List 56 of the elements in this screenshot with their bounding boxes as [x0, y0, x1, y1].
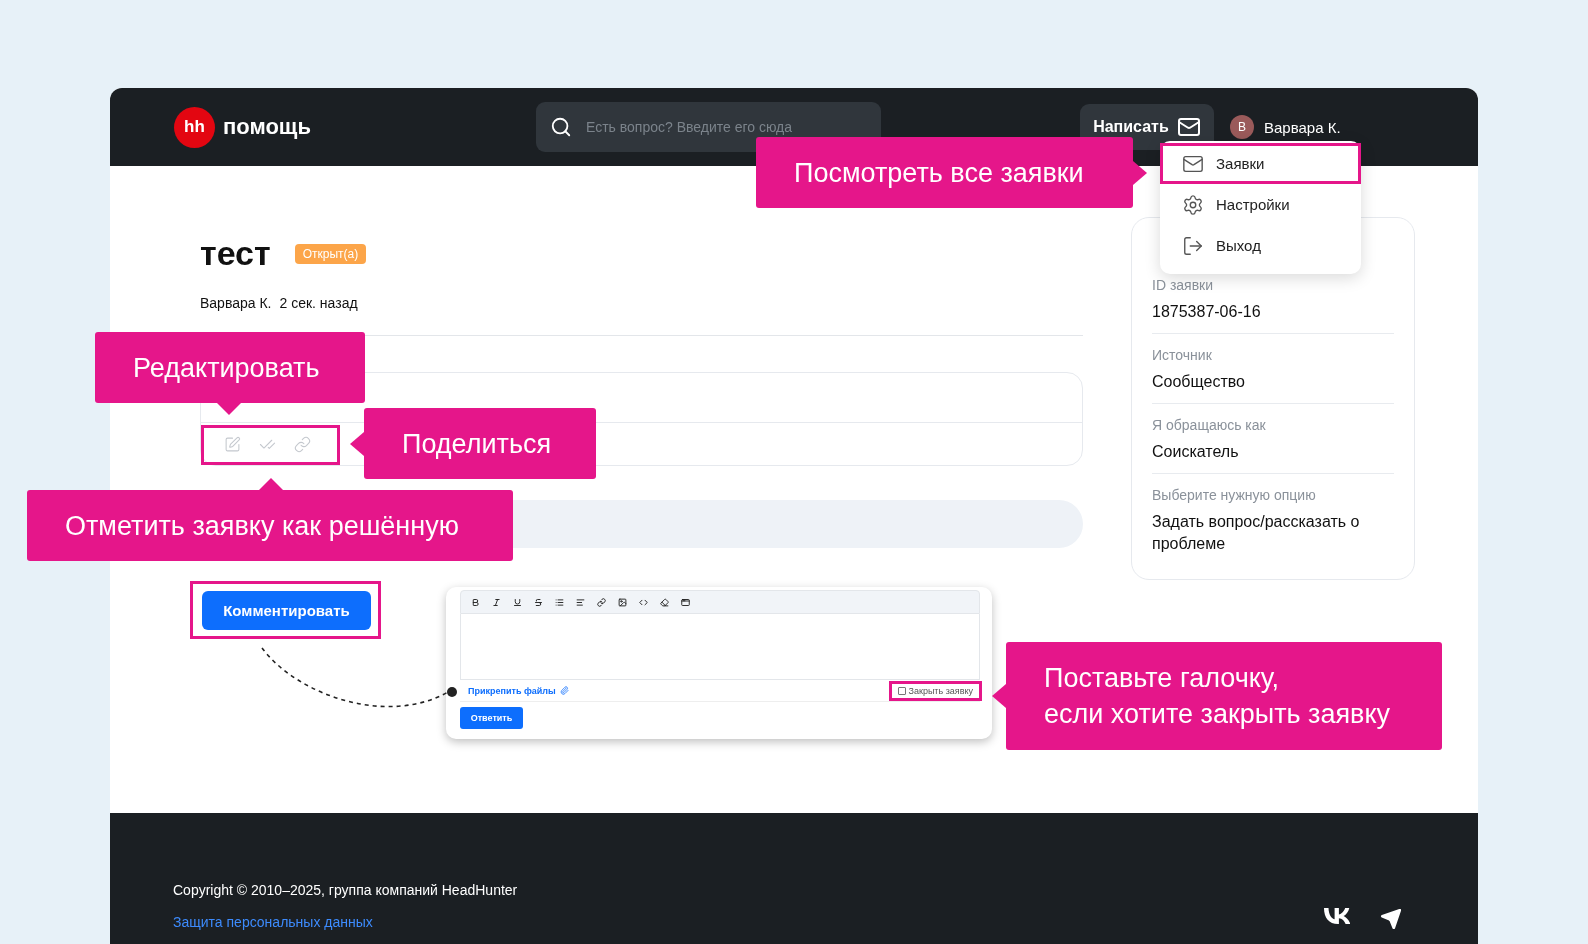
eraser-icon[interactable] — [660, 597, 669, 607]
callout-tooltip: Поделиться — [364, 408, 596, 479]
field-value: 1875387-06-16 — [1152, 302, 1262, 322]
vk-icon[interactable] — [1324, 908, 1350, 924]
logo-text[interactable]: помощь — [223, 114, 311, 140]
privacy-link[interactable]: Защита персональных данных — [173, 914, 518, 930]
code-icon[interactable] — [639, 597, 648, 607]
post-time: 2 сек. назад — [279, 295, 358, 311]
status-badge: Открыт(а) — [294, 243, 367, 264]
callout-pointer — [350, 431, 364, 456]
copyright-text: Copyright © 2010–2025, группа компаний HeadHunter — [173, 882, 518, 898]
callout-pointer — [217, 403, 241, 415]
field-label: Выберите нужную опцию — [1152, 487, 1317, 503]
close-ticket-checkbox[interactable]: Закрыть заявку — [888, 680, 982, 701]
align-icon[interactable] — [576, 597, 585, 607]
callout-pointer — [259, 478, 283, 490]
field-label: Я обращаюсь как — [1152, 417, 1267, 433]
ticket-title: тест — [200, 234, 271, 273]
user-avatar[interactable]: В — [1229, 115, 1254, 139]
callout-tooltip: Поставьте галочку, если хотите закрыть заявку — [1006, 642, 1442, 750]
callout-tooltip: Отметить заявку как решённую — [27, 490, 513, 561]
search-field[interactable]: Есть вопрос? Введите его сюда — [583, 118, 867, 136]
logout-icon — [1182, 234, 1204, 257]
menu-item[interactable]: Выход — [1160, 225, 1361, 266]
embed-icon[interactable] — [681, 597, 690, 607]
settings-icon — [1182, 193, 1204, 216]
field-value: Сообщество — [1152, 372, 1246, 392]
callout-tooltip: Редактировать — [95, 332, 365, 403]
logo-badge[interactable]: hh — [174, 106, 215, 148]
checkbox[interactable] — [897, 686, 906, 695]
user-name[interactable]: Варвара К. — [1263, 118, 1341, 136]
search-icon — [549, 116, 572, 138]
menu-item[interactable]: Заявки — [1160, 143, 1361, 184]
telegram-icon[interactable] — [1380, 908, 1402, 930]
author-name: Варвара К. — [200, 295, 272, 311]
paperclip-icon — [559, 686, 569, 695]
bold-icon[interactable] — [471, 597, 480, 607]
image-icon[interactable] — [618, 597, 627, 607]
callout-pointer — [992, 684, 1006, 708]
menu-item[interactable]: Настройки — [1160, 184, 1361, 225]
comment-button[interactable]: Комментировать — [202, 591, 371, 630]
field-value: Задать вопрос/рассказать о проблеме — [1152, 512, 1361, 554]
search-bar[interactable]: Есть вопрос? Введите его сюда — [535, 102, 881, 152]
mail-icon — [1176, 115, 1201, 139]
list-icon[interactable] — [555, 597, 564, 607]
link-icon[interactable] — [597, 597, 606, 607]
field-value: Соискатель — [1152, 442, 1240, 462]
callout-pointer — [1133, 160, 1147, 185]
field-label: ID заявки — [1152, 277, 1215, 293]
strike-icon[interactable] — [534, 597, 543, 607]
field-label: Источник — [1152, 347, 1213, 363]
reply-button[interactable]: Ответить — [460, 707, 523, 729]
attach-link[interactable]: Прикрепить файлы — [468, 685, 569, 696]
italic-icon[interactable] — [492, 597, 501, 607]
callout-tooltip: Посмотреть все заявки — [756, 137, 1133, 208]
underline-icon[interactable] — [513, 597, 522, 607]
